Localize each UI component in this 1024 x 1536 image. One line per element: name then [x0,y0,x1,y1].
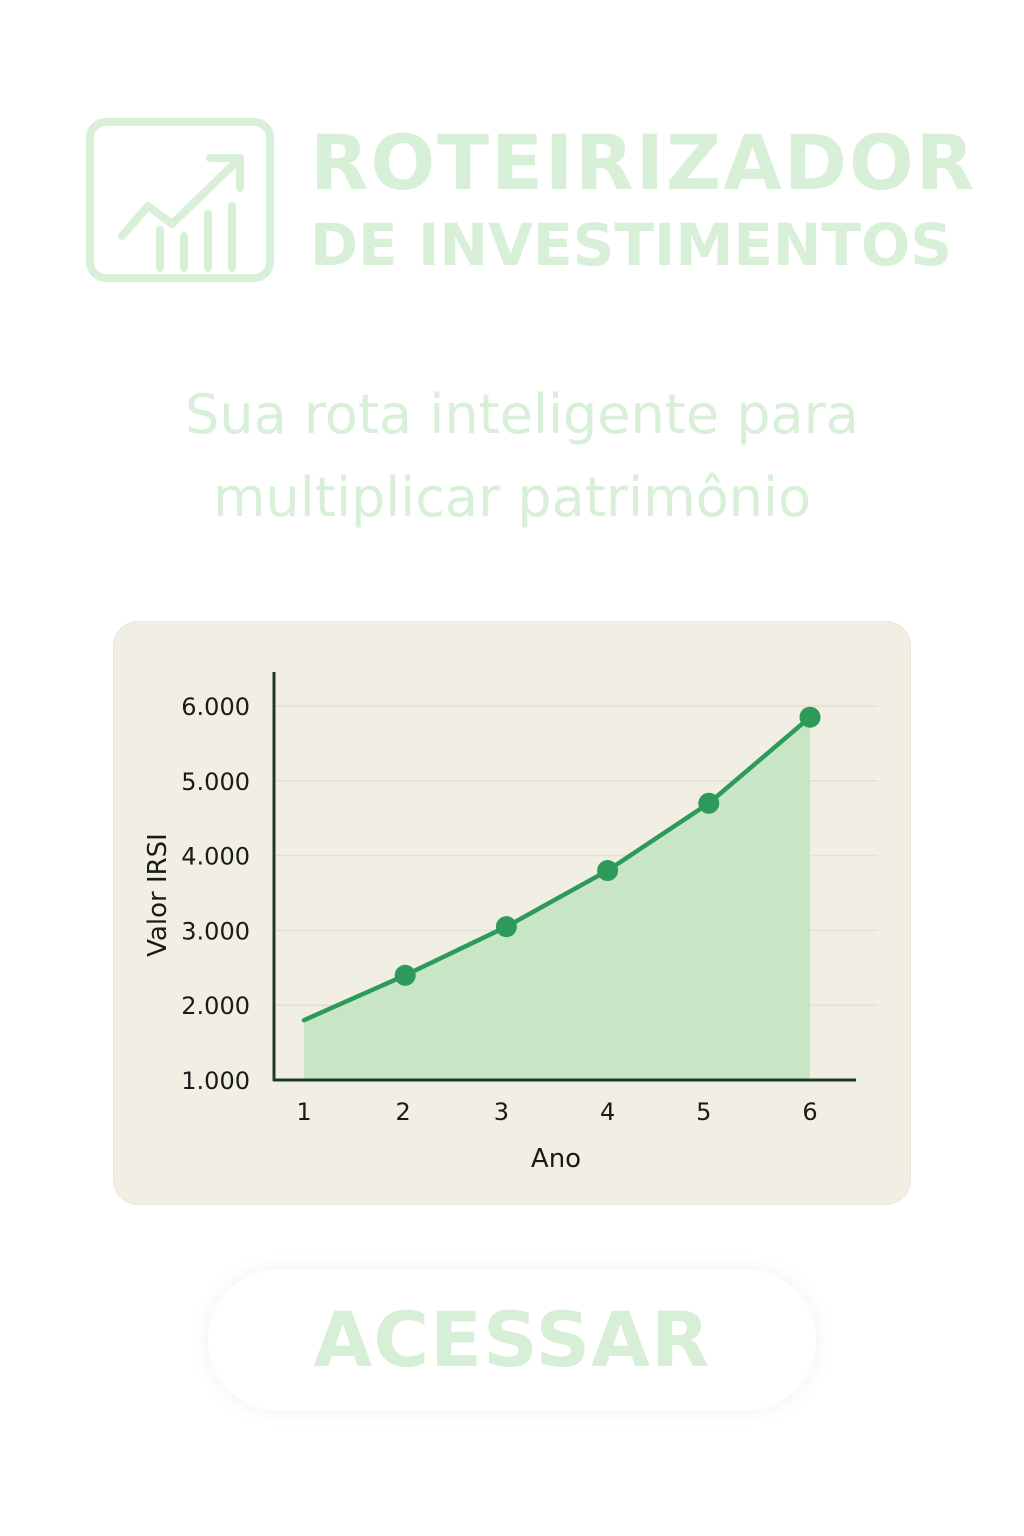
data-point [799,706,821,728]
x-axis-label: Ano [531,1144,581,1174]
growth-chart-icon [86,118,274,282]
growth-area-chart: 1.000 2.000 3.000 4.000 5.000 6.000 1 2 3 4 5 6 An… [143,672,878,1174]
data-point [698,792,720,814]
x-tick-label: 6 [802,1098,817,1126]
x-tick-label: 2 [396,1098,411,1126]
x-tick-label: 3 [494,1098,509,1126]
x-tick-label: 5 [696,1098,711,1126]
access-button-label: ACESSAR [313,1295,711,1384]
y-tick-label: 5.000 [181,768,250,796]
data-point [495,916,517,938]
data-point [394,964,416,986]
y-tick-label: 1.000 [181,1067,250,1095]
data-point [597,860,619,882]
brand-subtitle: DE INVESTIMENTOS [310,211,953,279]
tagline-line-1: Sua rota inteligente para [185,383,859,446]
chart-card: 1.000 2.000 3.000 4.000 5.000 6.000 1 2 3 4 5 6 An… [114,622,910,1204]
brand-title: ROTEIRIZADOR [310,118,977,207]
access-button[interactable]: ACESSAR [208,1270,816,1410]
y-tick-labels: 1.000 2.000 3.000 4.000 5.000 6.000 [181,693,250,1095]
x-tick-label: 1 [296,1098,311,1126]
y-tick-label: 4.000 [181,843,250,871]
y-tick-label: 3.000 [181,917,250,945]
y-tick-label: 2.000 [181,992,250,1020]
x-tick-label: 4 [600,1098,615,1126]
tagline-line-2: multiplicar patrimônio [212,466,812,529]
y-axis-label: Valor IRSI [143,833,173,957]
x-tick-labels: 1 2 3 4 5 6 [296,1098,817,1126]
y-tick-label: 6.000 [181,693,250,721]
